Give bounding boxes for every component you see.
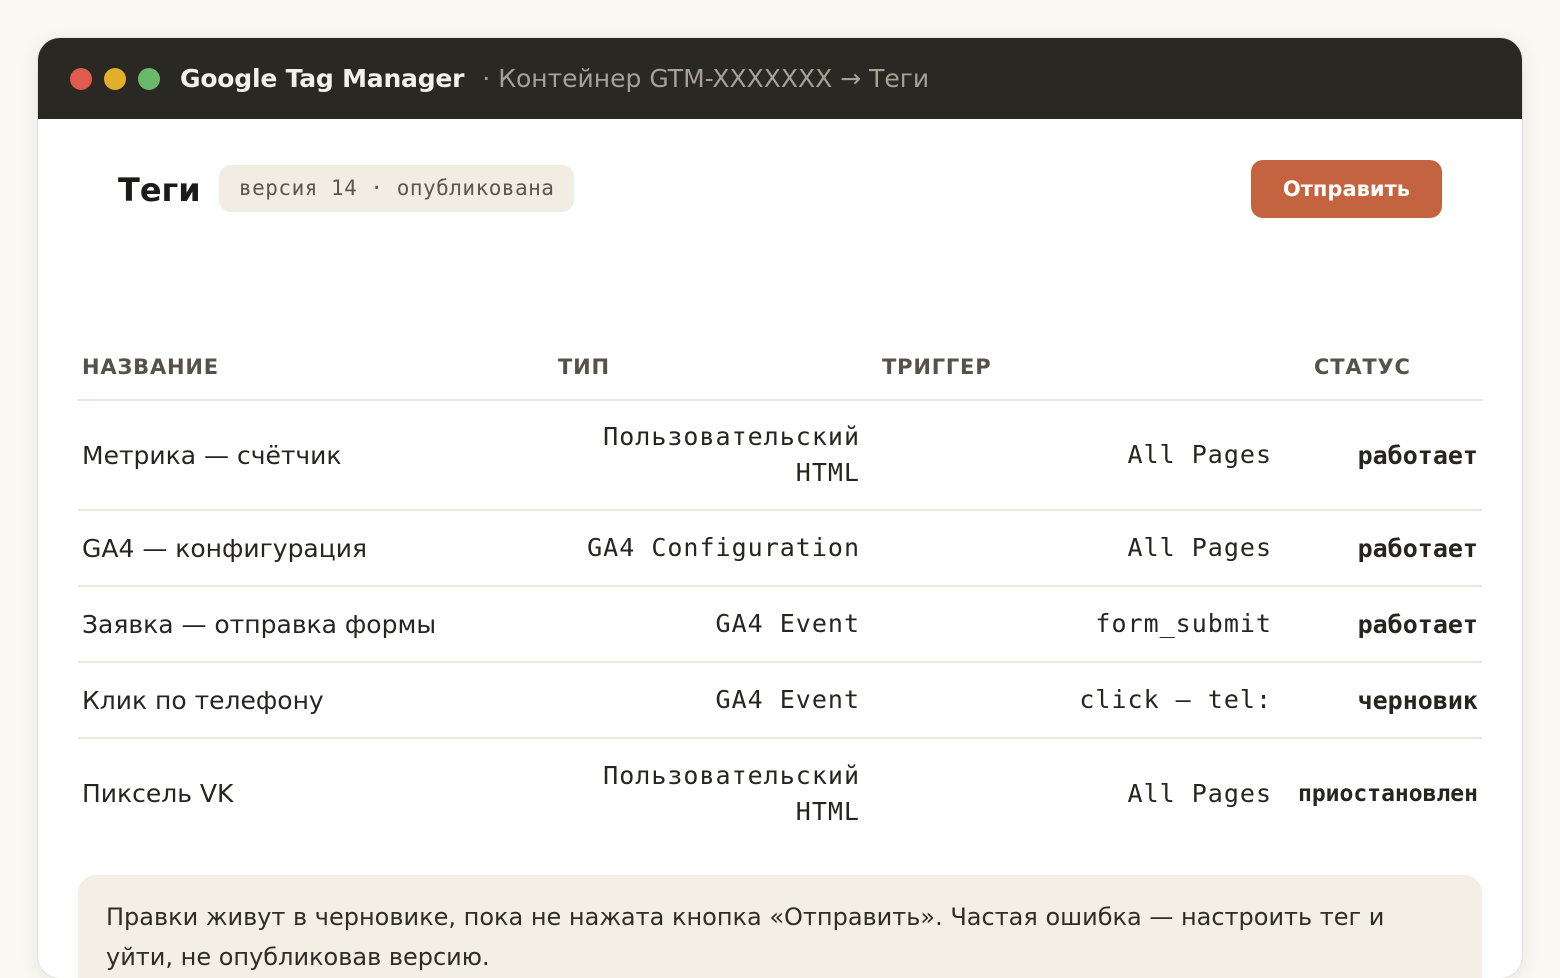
tag-type: GA4 Configuration [554,510,878,587]
tag-name[interactable]: Клик по телефону [78,662,554,739]
table-row[interactable]: GA4 — конфигурация GA4 Configuration All… [78,510,1482,587]
tag-name[interactable]: Заявка — отправка формы [78,586,554,663]
tag-type: Пользовательский HTML [554,400,878,511]
version-badge: версия 14 · опубликована [219,165,575,212]
table-row[interactable]: Заявка — отправка формы GA4 Event form_s… [78,586,1482,663]
tag-trigger: click — tel: [878,662,1294,739]
tag-type: GA4 Event [554,586,878,663]
column-header-status[interactable]: СТАТУС [1294,345,1482,401]
column-header-trigger[interactable]: ТРИГГЕР [878,345,1294,401]
tag-status: работает [1294,400,1482,511]
column-header-name[interactable]: НАЗВАНИЕ [78,345,554,401]
column-header-type[interactable]: ТИП [554,345,878,401]
breadcrumb: · Контейнер GTM-XXXXXXX → Теги [482,64,930,93]
tag-trigger: form_submit [878,586,1294,663]
tag-status: черновик [1294,662,1482,739]
tag-type: GA4 Event [554,662,878,739]
tag-type: Пользовательский HTML [603,760,860,826]
submit-button[interactable]: Отправить [1251,160,1442,218]
table-row[interactable]: Метрика — счётчик Пользовательский HTML … [78,400,1482,511]
info-note-text: Правки живут в черновике, пока не нажата… [106,903,1385,971]
maximize-window-dot[interactable] [138,67,160,90]
tag-name[interactable]: Метрика — счётчик [78,400,554,511]
tag-trigger: All Pages [878,510,1294,587]
tag-status: работает [1294,510,1482,587]
tag-trigger: All Pages [878,400,1294,511]
app-name: Google Tag Manager [180,64,465,93]
tag-name[interactable]: Пиксель VK [78,738,554,848]
minimize-window-dot[interactable] [104,67,126,90]
info-note: Правки живут в черновике, пока не нажата… [78,875,1482,978]
table-header-row: НАЗВАНИЕ ТИП ТРИГГЕР СТАТУС [78,345,1482,401]
main-content: Теги версия 14 · опубликована Отправить … [38,119,1522,978]
tags-table: НАЗВАНИЕ ТИП ТРИГГЕР СТАТУС Метрика — сч… [78,345,1482,848]
page-header: Теги версия 14 · опубликована Отправить [78,119,1482,249]
tag-trigger: All Pages [1127,778,1272,808]
tag-status: приостановлен [1297,780,1478,807]
gtm-window: Google Tag Manager · Контейнер GTM-XXXXX… [38,38,1522,978]
table-row[interactable]: Клик по телефону GA4 Event click — tel: … [78,662,1482,739]
title-bar: Google Tag Manager · Контейнер GTM-XXXXX… [38,38,1522,119]
page-title: Теги [118,171,201,209]
table-row[interactable]: Пиксель VK Пользовательский HTML All Pag… [78,738,1482,848]
close-window-dot[interactable] [70,67,92,90]
tag-name[interactable]: GA4 — конфигурация [78,510,554,587]
tag-status: работает [1294,586,1482,663]
